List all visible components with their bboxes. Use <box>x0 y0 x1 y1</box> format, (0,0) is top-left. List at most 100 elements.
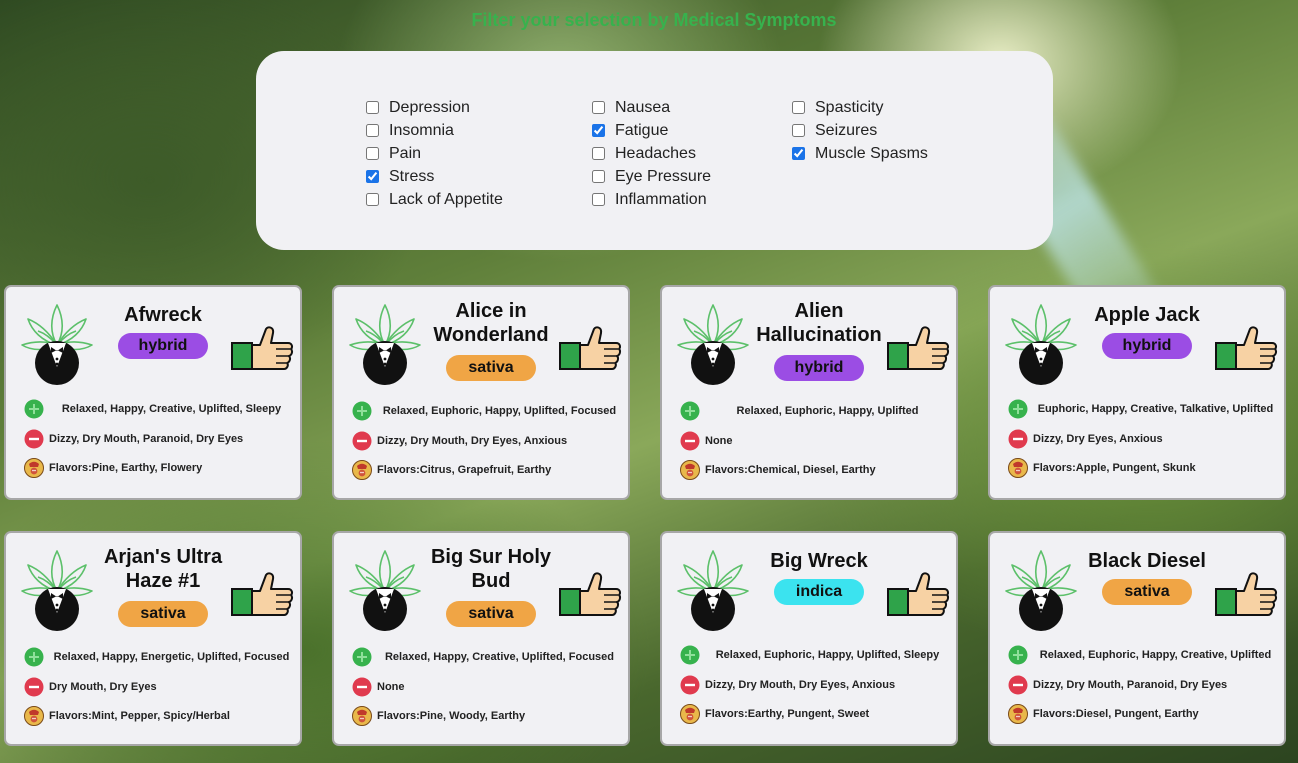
thumbs-up-icon[interactable] <box>558 325 622 373</box>
filter-checkbox-insomnia[interactable] <box>366 124 379 137</box>
strain-card[interactable]: Apple Jack hybrid Euphoric, Happy, Creativ… <box>988 285 1286 500</box>
positive-effects-text: Relaxed, Euphoric, Happy, Uplifted, Focu… <box>382 405 617 417</box>
negative-effects-text: Dizzy, Dry Eyes, Anxious <box>1033 433 1163 445</box>
flavors: Flavors:Citrus, Grapefruit, Earthy <box>352 460 622 480</box>
positive-effects-text: Relaxed, Euphoric, Happy, Uplifted, Slee… <box>715 649 940 661</box>
filter-checkbox-nausea[interactable] <box>592 101 605 114</box>
filter-column: Depression Insomnia Pain Stress Lack of Appe… <box>366 96 503 211</box>
flavors-text: Flavors:Mint, Pepper, Spicy/Herbal <box>49 710 230 722</box>
thumbs-up-icon[interactable] <box>1214 325 1278 373</box>
thumbs-up-icon[interactable] <box>230 571 294 619</box>
filter-option-depression[interactable]: Depression <box>366 96 503 119</box>
filter-option-fatigue[interactable]: Fatigue <box>592 119 711 142</box>
thumbs-up-icon[interactable] <box>1214 571 1278 619</box>
filter-checkbox-lack-of-appetite[interactable] <box>366 193 379 206</box>
positive-effects-text: Relaxed, Happy, Creative, Uplifted, Focu… <box>384 651 615 663</box>
strain-name: Alien Hallucination <box>756 300 882 346</box>
strain-name: Arjan's Ultra Haze #1 <box>103 546 223 592</box>
thumbs-up-icon[interactable] <box>886 571 950 619</box>
filter-label: Muscle Spasms <box>815 144 928 162</box>
filter-option-insomnia[interactable]: Insomnia <box>366 119 503 142</box>
flavor-icon <box>24 706 44 726</box>
plus-circle-icon <box>680 401 700 421</box>
thumbs-up-icon[interactable] <box>558 571 622 619</box>
positive-effects-text: Relaxed, Happy, Energetic, Uplifted, Foc… <box>53 651 290 663</box>
negative-effects: Dizzy, Dry Mouth, Dry Eyes, Anxious <box>352 431 622 451</box>
tuxedo-leaf-icon <box>18 301 96 387</box>
filter-option-pain[interactable]: Pain <box>366 142 503 165</box>
flavors: Flavors:Diesel, Pungent, Earthy <box>1008 704 1278 724</box>
tuxedo-leaf-icon <box>1002 301 1080 387</box>
strain-type-badge: sativa <box>446 601 536 627</box>
minus-circle-icon <box>24 677 44 697</box>
positive-effects: Relaxed, Euphoric, Happy, Uplifted <box>680 401 950 421</box>
minus-circle-icon <box>1008 675 1028 695</box>
tuxedo-leaf-icon <box>346 301 424 387</box>
filter-checkbox-muscle-spasms[interactable] <box>792 147 805 160</box>
plus-circle-icon <box>680 645 700 665</box>
filter-checkbox-seizures[interactable] <box>792 124 805 137</box>
flavor-icon <box>1008 704 1028 724</box>
strain-type-badge: sativa <box>446 355 536 381</box>
filter-checkbox-pain[interactable] <box>366 147 379 160</box>
flavor-icon <box>680 460 700 480</box>
flavors: Flavors:Mint, Pepper, Spicy/Herbal <box>24 706 294 726</box>
positive-effects: Relaxed, Happy, Energetic, Uplifted, Foc… <box>24 647 294 667</box>
positive-effects: Relaxed, Happy, Creative, Uplifted, Focu… <box>352 647 622 667</box>
minus-circle-icon <box>1008 429 1028 449</box>
filter-option-inflammation[interactable]: Inflammation <box>592 188 711 211</box>
strain-card[interactable]: Alice in Wonderland sativa Relaxed, Euphor… <box>332 285 630 500</box>
filter-option-spasticity[interactable]: Spasticity <box>792 96 928 119</box>
filter-option-eye-pressure[interactable]: Eye Pressure <box>592 165 711 188</box>
flavor-icon <box>352 460 372 480</box>
strain-name: Afwreck <box>124 304 202 326</box>
filter-option-nausea[interactable]: Nausea <box>592 96 711 119</box>
filter-option-muscle-spasms[interactable]: Muscle Spasms <box>792 142 928 165</box>
thumbs-up-icon[interactable] <box>886 325 950 373</box>
symptom-filter-panel: Depression Insomnia Pain Stress Lack of Appe… <box>256 51 1053 250</box>
negative-effects-text: None <box>377 681 405 693</box>
negative-effects: Dry Mouth, Dry Eyes <box>24 677 294 697</box>
filter-label: Seizures <box>815 121 878 139</box>
strain-card[interactable]: Big Sur Holy Bud sativa Relaxed, Happy, Cr… <box>332 531 630 746</box>
strain-card[interactable]: Afwreck hybrid Relaxed, Happy, Creative, U… <box>4 285 302 500</box>
negative-effects: Dizzy, Dry Eyes, Anxious <box>1008 429 1278 449</box>
filter-option-lack-of-appetite[interactable]: Lack of Appetite <box>366 188 503 211</box>
filter-option-stress[interactable]: Stress <box>366 165 503 188</box>
strain-name: Apple Jack <box>1094 304 1200 326</box>
negative-effects: Dizzy, Dry Mouth, Paranoid, Dry Eyes <box>1008 675 1278 695</box>
filter-label: Insomnia <box>389 121 454 139</box>
filter-checkbox-spasticity[interactable] <box>792 101 805 114</box>
filter-option-headaches[interactable]: Headaches <box>592 142 711 165</box>
flavors: Flavors:Chemical, Diesel, Earthy <box>680 460 950 480</box>
positive-effects-text: Euphoric, Happy, Creative, Talkative, Up… <box>1037 403 1274 415</box>
minus-circle-icon <box>680 431 700 451</box>
thumbs-up-icon[interactable] <box>230 325 294 373</box>
strain-card[interactable]: Alien Hallucination hybrid Relaxed, Euphor… <box>660 285 958 500</box>
minus-circle-icon <box>24 429 44 449</box>
filter-heading: Filter your selection by Medical Symptom… <box>471 10 837 30</box>
filter-checkbox-depression[interactable] <box>366 101 379 114</box>
flavors: Flavors:Earthy, Pungent, Sweet <box>680 704 950 724</box>
filter-label: Nausea <box>615 98 671 116</box>
minus-circle-icon <box>352 677 372 697</box>
filter-checkbox-stress[interactable] <box>366 170 379 183</box>
negative-effects-text: Dizzy, Dry Mouth, Paranoid, Dry Eyes <box>49 433 244 445</box>
filter-checkbox-headaches[interactable] <box>592 147 605 160</box>
positive-effects: Relaxed, Happy, Creative, Uplifted, Slee… <box>24 399 294 419</box>
filter-checkbox-fatigue[interactable] <box>592 124 605 137</box>
tuxedo-leaf-icon <box>346 547 424 633</box>
filter-option-seizures[interactable]: Seizures <box>792 119 928 142</box>
filter-label: Pain <box>389 144 422 162</box>
flavors-text: Flavors:Pine, Earthy, Flowery <box>49 462 203 474</box>
strain-card[interactable]: Black Diesel sativa Relaxed, Euphoric, Hap… <box>988 531 1286 746</box>
strain-card[interactable]: Big Wreck indica Relaxed, Euphoric, Happy,… <box>660 531 958 746</box>
tuxedo-leaf-icon <box>674 301 752 387</box>
filter-checkbox-eye-pressure[interactable] <box>592 170 605 183</box>
negative-effects: None <box>680 431 950 451</box>
strain-name: Big Wreck <box>770 550 868 572</box>
strain-card[interactable]: Arjan's Ultra Haze #1 sativa Relaxed, Happ… <box>4 531 302 746</box>
filter-checkbox-inflammation[interactable] <box>592 193 605 206</box>
positive-effects-text: Relaxed, Euphoric, Happy, Uplifted <box>736 405 919 417</box>
filter-label: Depression <box>389 98 470 116</box>
